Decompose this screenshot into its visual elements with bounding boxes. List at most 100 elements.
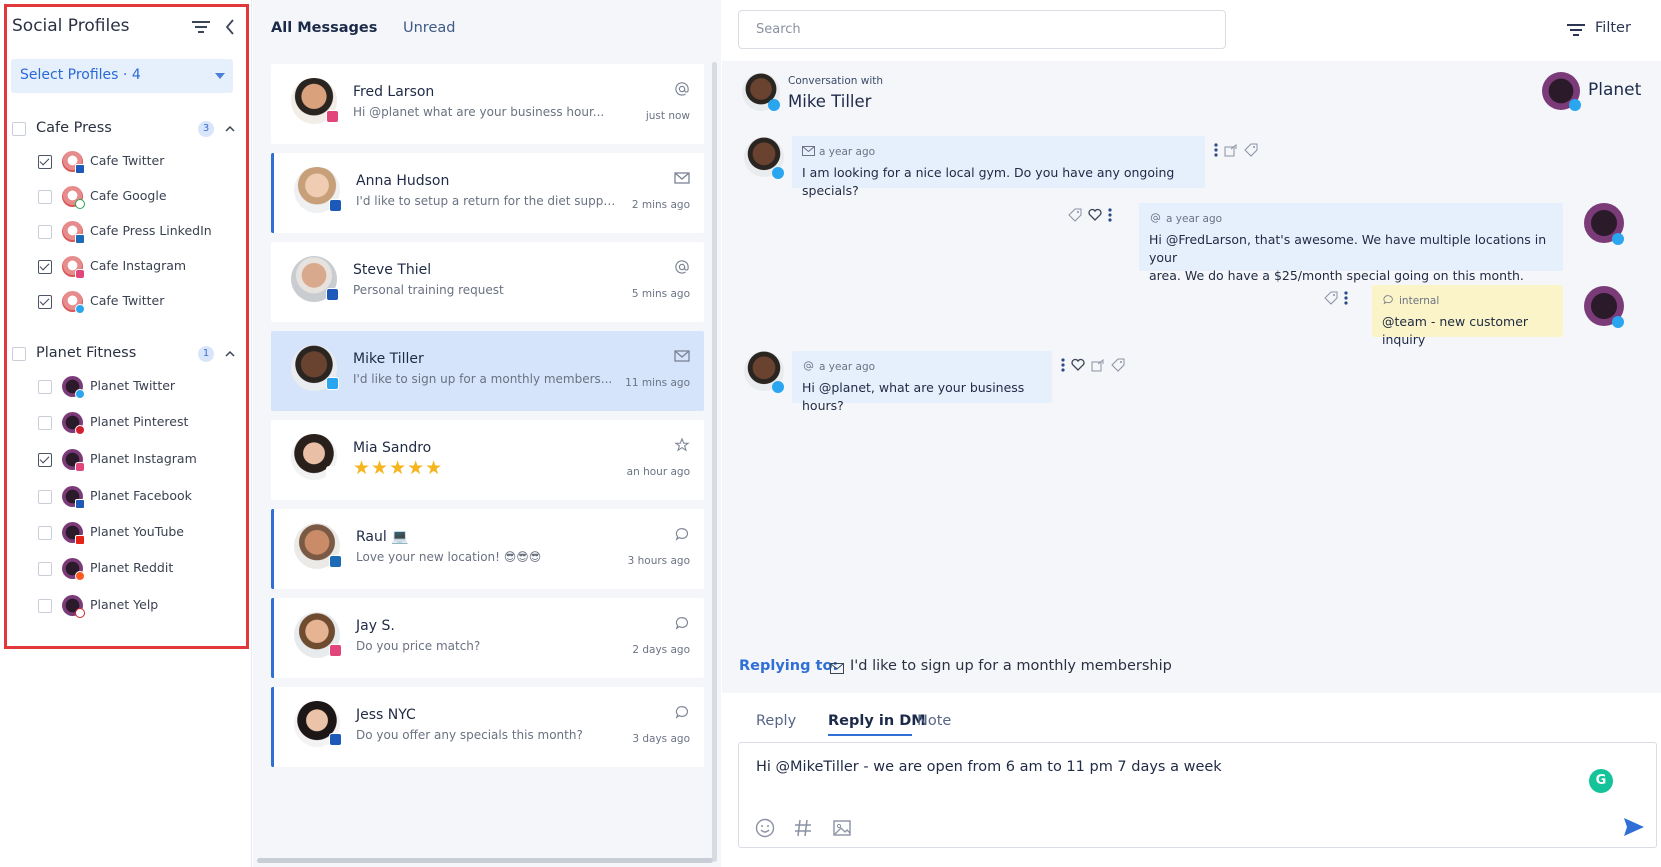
select-profiles-label: Select Profiles · 4 (20, 67, 141, 83)
group-planet-fitness[interactable]: Planet Fitness 1 (12, 343, 240, 365)
at-icon (675, 260, 689, 274)
message-item[interactable]: Steve Thiel Personal training request 5 … (271, 242, 704, 322)
message-text: Hi @FredLarson, that's awesome. We have … (1149, 231, 1563, 285)
note-label: internal (1399, 295, 1440, 307)
profile-checkbox[interactable] (38, 380, 52, 394)
message-item[interactable]: Mia Sandro ★★★★★ an hour ago (271, 420, 704, 500)
group-count-badge: 3 (198, 121, 214, 137)
profile-item[interactable]: Planet Pinterest (38, 410, 238, 436)
google-icon (75, 199, 85, 209)
filter-icon (1567, 24, 1585, 36)
instagram-icon (329, 644, 342, 657)
group-checkbox[interactable] (12, 122, 26, 136)
message-preview: Do you price match? (356, 639, 481, 653)
profile-item[interactable]: Planet YouTube (38, 520, 238, 546)
tag-icon[interactable] (1111, 358, 1125, 372)
profile-item[interactable]: Cafe Twitter (38, 149, 238, 175)
profile-checkbox[interactable] (38, 225, 52, 239)
tab-reply[interactable]: Reply (756, 713, 796, 729)
message-item[interactable]: Raul 💻 Love your new location! 😎😎😎 3 hou… (271, 509, 704, 589)
group-count-badge: 1 (198, 346, 214, 362)
share-icon[interactable] (1091, 358, 1105, 372)
active-tab-indicator (828, 734, 912, 736)
profile-item[interactable]: Planet Yelp (38, 593, 238, 619)
message-preview: Love your new location! 😎😎😎 (356, 550, 542, 564)
profile-name: Planet YouTube (90, 524, 184, 539)
profile-checkbox[interactable] (38, 526, 52, 540)
heart-icon[interactable] (1071, 358, 1085, 372)
filter-icon[interactable] (192, 20, 210, 34)
profile-item[interactable]: Planet Facebook (38, 484, 238, 510)
message-item[interactable]: Jay S. Do you price match? 2 days ago (271, 598, 704, 678)
send-icon[interactable] (1623, 817, 1645, 837)
message-text: I am looking for a nice local gym. Do yo… (802, 165, 1175, 198)
more-icon[interactable] (1344, 291, 1348, 305)
message-item[interactable]: Jess NYC Do you offer any specials this … (271, 687, 704, 767)
image-icon[interactable] (832, 818, 852, 838)
heart-icon[interactable] (1088, 208, 1102, 222)
collapse-sidebar-icon[interactable] (224, 18, 236, 36)
profile-item[interactable]: Planet Reddit (38, 556, 238, 582)
profile-checkbox[interactable] (38, 416, 52, 430)
profile-item[interactable]: Cafe Press LinkedIn (38, 219, 238, 245)
chevron-up-icon[interactable] (225, 349, 235, 359)
select-profiles-dropdown[interactable]: Select Profiles · 4 (11, 59, 233, 93)
emoji-icon[interactable] (755, 818, 775, 838)
group-cafe-press[interactable]: Cafe Press 3 (12, 118, 240, 140)
sender-name: Steve Thiel (353, 262, 432, 278)
hashtag-icon[interactable] (793, 818, 813, 838)
profile-item[interactable]: Cafe Twitter (38, 289, 238, 315)
profile-item[interactable]: Cafe Instagram (38, 254, 238, 280)
reply-composer[interactable]: Hi @MikeTiller - we are open from 6 am t… (738, 742, 1657, 848)
horizontal-scrollbar[interactable] (257, 858, 713, 863)
tag-icon[interactable] (1068, 208, 1082, 222)
profile-checkbox[interactable] (38, 155, 52, 169)
instagram-icon (75, 462, 85, 472)
grammarly-icon[interactable]: G (1589, 769, 1613, 793)
message-item[interactable]: Fred Larson Hi @planet what are your bus… (271, 64, 704, 144)
twitter-icon (1569, 99, 1581, 111)
profile-checkbox[interactable] (38, 599, 52, 613)
message-line: area. We do have a $25/month special goi… (1149, 268, 1524, 283)
profile-checkbox[interactable] (38, 190, 52, 204)
profile-item[interactable]: Planet Instagram (38, 447, 238, 473)
twitter-icon (768, 99, 780, 111)
conversation-panel: Search Filter Conversation with Mike Til… (722, 0, 1661, 867)
message-preview: Hi @planet what are your business hour..… (353, 105, 605, 119)
tab-all-messages[interactable]: All Messages (271, 20, 377, 36)
message-actions (1061, 357, 1125, 373)
filter-button[interactable]: Filter (1567, 20, 1657, 42)
message-item[interactable]: Mike Tiller I'd like to sign up for a mo… (271, 331, 704, 411)
profile-item[interactable]: Planet Twitter (38, 374, 238, 400)
more-icon[interactable] (1061, 358, 1065, 372)
profile-checkbox[interactable] (38, 490, 52, 504)
more-icon[interactable] (1214, 143, 1218, 157)
search-input[interactable]: Search (738, 10, 1226, 49)
vertical-scrollbar[interactable] (712, 62, 717, 862)
profile-name: Planet Instagram (90, 451, 197, 466)
share-icon[interactable] (1224, 143, 1238, 157)
message-item[interactable]: Anna Hudson I'd like to setup a return f… (271, 153, 704, 233)
composer-text[interactable]: Hi @MikeTiller - we are open from 6 am t… (756, 759, 1222, 775)
facebook-icon (75, 499, 85, 509)
sender-name: Jay S. (356, 618, 395, 634)
tab-note[interactable]: Note (917, 713, 951, 729)
highlight-box (4, 4, 249, 649)
group-checkbox[interactable] (12, 347, 26, 361)
profile-checkbox[interactable] (38, 453, 52, 467)
tab-reply-in-dm[interactable]: Reply in DM (828, 713, 926, 729)
tag-icon[interactable] (1324, 291, 1338, 305)
chevron-up-icon[interactable] (225, 124, 235, 134)
more-icon[interactable] (1108, 208, 1112, 222)
profile-checkbox[interactable] (38, 295, 52, 309)
profiles-sidebar: Social Profiles Select Profiles · 4 Cafe… (0, 0, 252, 867)
profile-checkbox[interactable] (38, 260, 52, 274)
message-preview: Personal training request (353, 283, 504, 297)
reddit-icon (75, 571, 85, 581)
mail-icon (674, 350, 690, 362)
tab-unread[interactable]: Unread (403, 20, 455, 36)
profile-item[interactable]: Cafe Google (38, 184, 238, 210)
linkedin-icon (329, 555, 342, 568)
tag-icon[interactable] (1244, 143, 1258, 157)
profile-checkbox[interactable] (38, 562, 52, 576)
